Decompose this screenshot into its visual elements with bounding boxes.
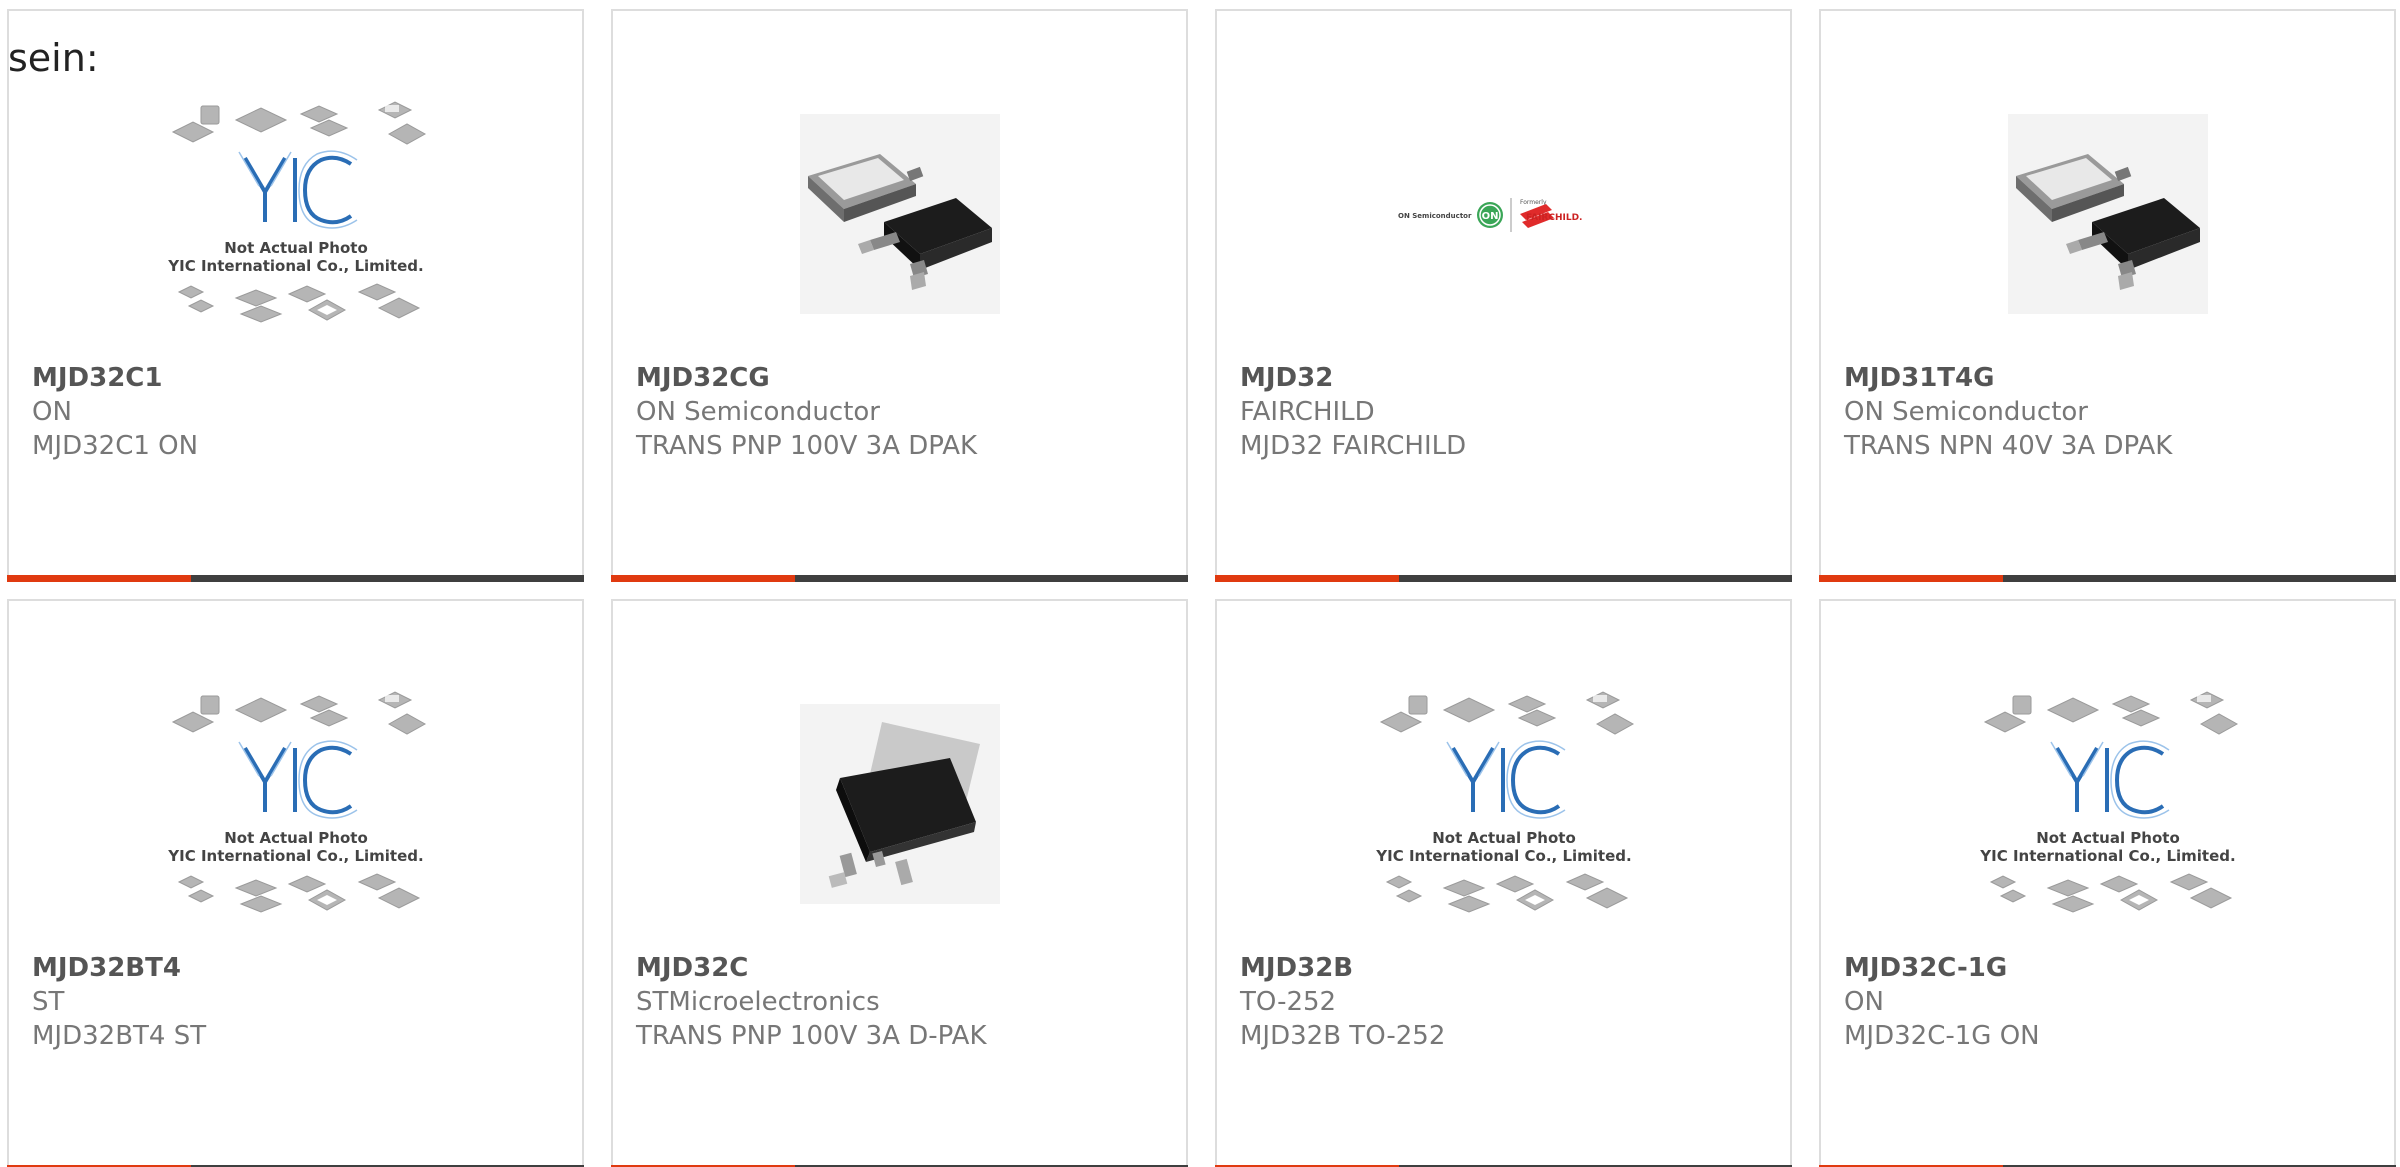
product-grid-page: sein: Not Actual Photo YIC International… xyxy=(0,0,2400,1167)
svg-text:Formerly: Formerly xyxy=(1520,199,1547,206)
dpak-package-icon xyxy=(799,114,1000,314)
product-manufacturer: TO-252 xyxy=(1240,987,1337,1017)
product-image[interactable]: Not Actual Photo YIC International Co., … xyxy=(9,669,582,939)
svg-text:YIC International Co., Limited: YIC International Co., Limited. xyxy=(1375,847,1631,865)
product-description: MJD32B TO-252 xyxy=(1240,1021,1446,1051)
card-bottom-bar xyxy=(611,575,1188,582)
placeholder-photo-icon: Not Actual Photo YIC International Co., … xyxy=(167,691,426,913)
product-manufacturer: FAIRCHILD xyxy=(1240,397,1375,427)
dpak-package-rotated-icon xyxy=(799,704,1000,904)
product-description: MJD32C-1G ON xyxy=(1844,1021,2040,1051)
product-manufacturer: ON Semiconductor xyxy=(1844,397,2088,427)
product-card-mjd32c-1g[interactable]: Not Actual Photo YIC International Co., … xyxy=(1819,599,2396,1167)
svg-text:Not Actual Photo: Not Actual Photo xyxy=(2036,829,2180,847)
card-accent-bar xyxy=(7,575,191,582)
product-description: MJD32C1 ON xyxy=(32,431,199,461)
product-meta: MJD32C1 ON MJD32C1 ON xyxy=(32,361,562,463)
product-description: TRANS NPN 40V 3A DPAK xyxy=(1844,431,2173,461)
product-card-mjd31t4g[interactable]: MJD31T4G ON Semiconductor TRANS NPN 40V … xyxy=(1819,9,2396,582)
placeholder-photo-icon: Not Actual Photo YIC International Co., … xyxy=(1979,691,2238,913)
svg-text:YIC International Co., Limited: YIC International Co., Limited. xyxy=(167,847,423,865)
product-image[interactable]: Not Actual Photo YIC International Co., … xyxy=(1217,669,1790,939)
product-description: MJD32 FAIRCHILD xyxy=(1240,431,1467,461)
product-manufacturer: ON Semiconductor xyxy=(636,397,880,427)
product-part-number[interactable]: MJD32BT4 xyxy=(32,951,562,985)
product-part-number[interactable]: MJD31T4G xyxy=(1844,361,2374,395)
product-meta: MJD32C-1G ON MJD32C-1G ON xyxy=(1844,951,2374,1053)
dpak-package-icon xyxy=(2007,114,2208,314)
svg-text:FAIRCHILD.: FAIRCHILD. xyxy=(1526,213,1582,223)
product-card-mjd32[interactable]: ON Semiconductor ON Formerly FAIRCHILD. … xyxy=(1215,9,1792,582)
product-card-mjd32c1[interactable]: Not Actual Photo YIC International Co., … xyxy=(7,9,584,582)
card-accent-bar xyxy=(611,575,795,582)
intro-text: sein: xyxy=(8,36,99,80)
product-part-number[interactable]: MJD32CG xyxy=(636,361,1166,395)
product-meta: MJD32B TO-252 MJD32B TO-252 xyxy=(1240,951,1770,1053)
product-part-number[interactable]: MJD32B xyxy=(1240,951,1770,985)
product-image[interactable]: Not Actual Photo YIC International Co., … xyxy=(1821,669,2394,939)
product-image[interactable]: Not Actual Photo YIC International Co., … xyxy=(9,79,582,349)
product-part-number[interactable]: MJD32C xyxy=(636,951,1166,985)
product-part-number[interactable]: MJD32C1 xyxy=(32,361,562,395)
product-card-mjd32bt4[interactable]: Not Actual Photo YIC International Co., … xyxy=(7,599,584,1167)
product-image[interactable] xyxy=(613,79,1186,349)
product-manufacturer: ON xyxy=(32,397,72,427)
product-card-mjd32c[interactable]: MJD32C STMicroelectronics TRANS PNP 100V… xyxy=(611,599,1188,1167)
product-description: TRANS PNP 100V 3A D-PAK xyxy=(636,1021,987,1051)
svg-text:YIC International Co., Limited: YIC International Co., Limited. xyxy=(1979,847,2235,865)
product-meta: MJD32 FAIRCHILD MJD32 FAIRCHILD xyxy=(1240,361,1770,463)
product-image[interactable] xyxy=(1821,79,2394,349)
svg-text:Not Actual Photo: Not Actual Photo xyxy=(224,829,368,847)
product-manufacturer: STMicroelectronics xyxy=(636,987,880,1017)
card-bottom-bar xyxy=(1215,575,1792,582)
product-card-mjd32b[interactable]: Not Actual Photo YIC International Co., … xyxy=(1215,599,1792,1167)
product-description: TRANS PNP 100V 3A DPAK xyxy=(636,431,978,461)
svg-text:YIC International Co., Limited: YIC International Co., Limited. xyxy=(167,257,423,275)
svg-text:ON: ON xyxy=(1481,211,1498,222)
product-meta: MJD31T4G ON Semiconductor TRANS NPN 40V … xyxy=(1844,361,2374,463)
product-manufacturer: ST xyxy=(32,987,65,1017)
product-part-number[interactable]: MJD32C-1G xyxy=(1844,951,2374,985)
svg-text:Not Actual Photo: Not Actual Photo xyxy=(1432,829,1576,847)
svg-text:ON Semiconductor: ON Semiconductor xyxy=(1398,212,1472,220)
brand-logo-icon: ON Semiconductor ON Formerly FAIRCHILD. xyxy=(1398,198,1582,232)
product-image[interactable] xyxy=(613,669,1186,939)
card-accent-bar xyxy=(1215,575,1399,582)
svg-text:Not Actual Photo: Not Actual Photo xyxy=(224,239,368,257)
card-accent-bar xyxy=(1819,575,2003,582)
product-part-number[interactable]: MJD32 xyxy=(1240,361,1770,395)
product-card-mjd32cg[interactable]: MJD32CG ON Semiconductor TRANS PNP 100V … xyxy=(611,9,1188,582)
placeholder-photo-icon: Not Actual Photo YIC International Co., … xyxy=(1375,691,1634,913)
placeholder-photo-icon: Not Actual Photo YIC International Co., … xyxy=(167,101,426,323)
product-meta: MJD32BT4 ST MJD32BT4 ST xyxy=(32,951,562,1053)
product-description: MJD32BT4 ST xyxy=(32,1021,207,1051)
card-bottom-bar xyxy=(7,575,584,582)
product-meta: MJD32C STMicroelectronics TRANS PNP 100V… xyxy=(636,951,1166,1053)
product-image[interactable]: ON Semiconductor ON Formerly FAIRCHILD. xyxy=(1217,79,1790,349)
product-manufacturer: ON xyxy=(1844,987,1884,1017)
product-meta: MJD32CG ON Semiconductor TRANS PNP 100V … xyxy=(636,361,1166,463)
card-bottom-bar xyxy=(1819,575,2396,582)
